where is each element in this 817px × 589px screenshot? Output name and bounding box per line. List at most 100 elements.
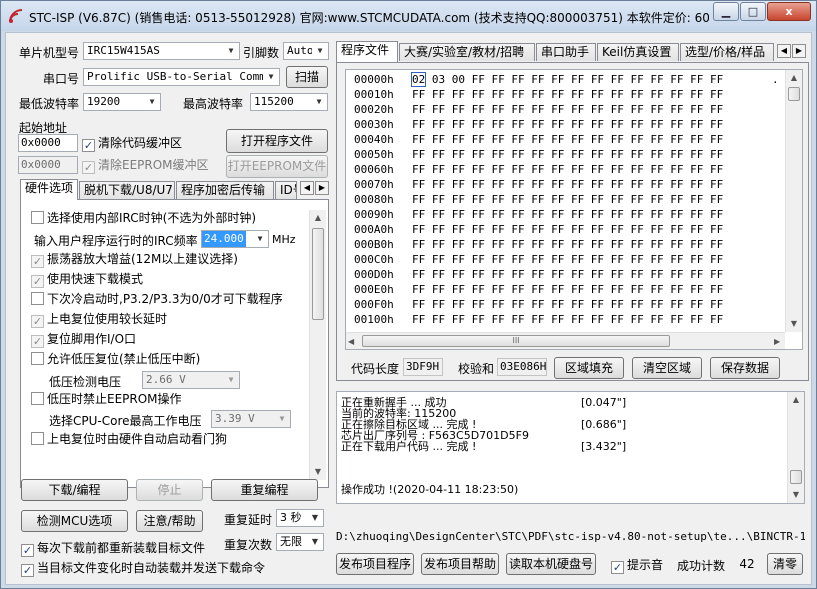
save-data-button[interactable]: 保存数据 (710, 357, 780, 379)
hex-row[interactable]: 00010h FF FF FF FF FF FF FF FF FF FF FF F… (354, 87, 723, 102)
hex-row[interactable]: 00060h FF FF FF FF FF FF FF FF FF FF FF F… (354, 162, 723, 177)
hex-row-bytes[interactable]: FF FF FF FF FF FF FF FF FF FF FF FF FF F… (412, 237, 723, 252)
scan-button[interactable]: 扫描 (286, 66, 328, 88)
tab-hardware-options[interactable]: 硬件选项 (20, 179, 78, 200)
help-button[interactable]: 注意/帮助 (136, 510, 203, 532)
hex-row-bytes[interactable]: FF FF FF FF FF FF FF FF FF FF FF FF FF F… (412, 282, 723, 297)
hex-row-bytes[interactable]: FF FF FF FF FF FF FF FF FF FF FF FF FF F… (412, 177, 723, 192)
serial-port-select[interactable]: Prolific USB-to-Serial Comm Po ▼ (83, 68, 280, 86)
repeat-delay-select[interactable]: 3 秒 ▼ (276, 509, 324, 527)
auto-send-checkbox[interactable]: ✓ 当目标文件变化时自动装载并发送下载命令 (21, 561, 265, 577)
hex-row[interactable]: 000C0h FF FF FF FF FF FF FF FF FF FF FF F… (354, 252, 723, 267)
repeat-count-select[interactable]: 无限 ▼ (276, 533, 324, 551)
log-scrollbar[interactable]: ▲ ▼ (787, 392, 804, 503)
code-address-input[interactable]: 0x0000 (18, 134, 78, 152)
scroll-thumb[interactable] (312, 228, 324, 320)
tab-encrypted-transfer[interactable]: 程序加密后传输 (176, 181, 274, 199)
tab-scroll-right-icon[interactable]: ▶ (315, 181, 329, 195)
hex-row-bytes[interactable]: FF FF FF FF FF FF FF FF FF FF FF FF FF F… (412, 132, 723, 147)
osc-gain-checkbox[interactable]: ✓ 振荡器放大增益(12M以上建议选择) (31, 252, 238, 268)
scroll-left-icon[interactable]: ◀ (348, 333, 354, 350)
watchdog-checkbox[interactable]: 上电复位时由硬件自动启动看门狗 (31, 432, 227, 446)
hex-row-bytes[interactable]: FF FF FF FF FF FF FF FF FF FF FF FF FF F… (412, 222, 723, 237)
irc-frequency-select[interactable]: 24.000 ▼ (201, 230, 269, 248)
scroll-down-icon[interactable]: ▼ (786, 316, 802, 332)
hex-row[interactable]: 000E0h FF FF FF FF FF FF FF FF FF FF FF F… (354, 282, 723, 297)
clear-eeprom-checkbox[interactable]: ✓ 清除EEPROM缓冲区 (82, 158, 209, 174)
hex-row-bytes[interactable]: FF FF FF FF FF FF FF FF FF FF FF FF FF F… (412, 147, 723, 162)
hex-row[interactable]: 000A0h FF FF FF FF FF FF FF FF FF FF FF F… (354, 222, 723, 237)
pin-count-select[interactable]: Auto ▼ (283, 42, 329, 60)
close-button[interactable]: x (767, 2, 811, 21)
long-delay-checkbox[interactable]: ✓ 上电复位使用较长延时 (31, 312, 167, 328)
hex-hscrollbar[interactable]: ◀ III ▶ (346, 332, 785, 349)
minimize-button[interactable]: ▁ (713, 2, 739, 21)
hex-row-bytes[interactable]: FF FF FF FF FF FF FF FF FF FF FF FF FF F… (412, 162, 723, 177)
scroll-up-icon[interactable]: ▲ (786, 70, 802, 86)
publish-help-button[interactable]: 发布项目帮助 (421, 553, 499, 575)
title-bar[interactable]: STC-ISP (V6.87C) (销售电话: 0513-55012928) 官… (1, 1, 816, 31)
read-disk-button[interactable]: 读取本机硬盘号 (506, 553, 596, 575)
tab-competition[interactable]: 大赛/实验室/教材/招聘 (399, 43, 535, 61)
scroll-up-icon[interactable]: ▲ (310, 210, 326, 226)
hex-vscrollbar[interactable]: ▲ ▼ (785, 70, 802, 332)
maximize-button[interactable]: □ (740, 2, 766, 21)
publish-program-button[interactable]: 发布项目程序 (336, 553, 414, 575)
cold-boot-checkbox[interactable]: 下次冷启动时,P3.2/P3.3为0/0才可下载程序 (31, 292, 283, 306)
mcu-type-select[interactable]: IRC15W415AS ▼ (83, 42, 240, 60)
hex-row[interactable]: 00090h FF FF FF FF FF FF FF FF FF FF FF F… (354, 207, 723, 222)
use-irc-checkbox[interactable]: 选择使用内部IRC时钟(不选为外部时钟) (31, 211, 256, 225)
clear-code-checkbox[interactable]: ✓ 清除代码缓冲区 (82, 136, 182, 152)
hex-row[interactable]: 00080h FF FF FF FF FF FF FF FF FF FF FF F… (354, 192, 723, 207)
tab-scroll-left-icon[interactable]: ◀ (777, 44, 791, 58)
tab-scroll-left-icon[interactable]: ◀ (300, 181, 314, 195)
reload-each-checkbox[interactable]: ✓ 每次下载前都重新装载目标文件 (21, 541, 205, 557)
hex-row[interactable]: 000F0h FF FF FF FF FF FF FF FF FF FF FF F… (354, 297, 723, 312)
max-baud-select[interactable]: 115200 ▼ (250, 93, 328, 111)
hex-row[interactable]: 00000h 02 03 00 FF FF FF FF FF FF FF FF F… (354, 72, 779, 87)
open-program-file-button[interactable]: 打开程序文件 (226, 129, 328, 153)
hex-row-bytes[interactable]: FF FF FF FF FF FF FF FF FF FF FF FF FF F… (412, 102, 723, 117)
tab-selection-price[interactable]: 选型/价格/样品 (680, 43, 774, 61)
tab-keil-debug[interactable]: Keil仿真设置 (597, 43, 679, 61)
hex-row[interactable]: 000B0h FF FF FF FF FF FF FF FF FF FF FF F… (354, 237, 723, 252)
tab-serial-assistant[interactable]: 串口助手 (536, 43, 596, 61)
log-output[interactable]: 正在重新握手 ... 成功 [0.047"] 当前的波特率: 115200 正在擦除目… (336, 391, 805, 504)
eeprom-address-input[interactable]: 0x0000 (18, 156, 78, 174)
hex-row[interactable]: 00050h FF FF FF FF FF FF FF FF FF FF FF F… (354, 147, 723, 162)
scroll-down-icon[interactable]: ▼ (310, 464, 326, 480)
selected-byte[interactable]: 02 (410, 72, 427, 87)
hex-editor[interactable]: 00000h 02 03 00 FF FF FF FF FF FF FF FF F… (345, 69, 803, 350)
hex-row[interactable]: 000D0h FF FF FF FF FF FF FF FF FF FF FF F… (354, 267, 723, 282)
hex-row-bytes[interactable]: FF FF FF FF FF FF FF FF FF FF FF FF FF F… (412, 252, 723, 267)
lv-eeprom-checkbox[interactable]: 低压时禁止EEPROM操作 (31, 392, 182, 406)
fill-region-button[interactable]: 区域填充 (554, 357, 624, 379)
fast-download-checkbox[interactable]: ✓ 使用快速下载模式 (31, 272, 143, 288)
hscroll-thumb[interactable]: III (362, 335, 670, 347)
download-program-button[interactable]: 下载/编程 (21, 479, 128, 501)
hex-row[interactable]: 00100h FF FF FF FF FF FF FF FF FF FF FF F… (354, 312, 723, 327)
tab-program-file[interactable]: 程序文件 (336, 41, 398, 62)
repeat-program-button[interactable]: 重复编程 (211, 479, 318, 501)
scroll-down-icon[interactable]: ▼ (788, 487, 804, 503)
tab-scroll-right-icon[interactable]: ▶ (792, 44, 806, 58)
scroll-thumb[interactable] (788, 87, 800, 101)
scroll-up-icon[interactable]: ▲ (788, 392, 804, 408)
hex-row[interactable]: 00070h FF FF FF FF FF FF FF FF FF FF FF F… (354, 177, 723, 192)
stop-button[interactable]: 停止 (136, 479, 203, 501)
hex-row-bytes[interactable]: 02 03 00 FF FF FF FF FF FF FF FF FF FF F… (410, 72, 723, 87)
clear-region-button[interactable]: 清空区域 (632, 357, 702, 379)
clear-count-button[interactable]: 清零 (767, 553, 803, 575)
hex-row-bytes[interactable]: FF FF FF FF FF FF FF FF FF FF FF FF FF F… (412, 207, 723, 222)
open-eeprom-file-button[interactable]: 打开EEPROM文件 (226, 155, 328, 178)
lvr-checkbox[interactable]: 允许低压复位(禁止低压中断) (31, 352, 200, 366)
beep-checkbox[interactable]: ✓ 提示音 (611, 558, 663, 574)
reset-io-checkbox[interactable]: ✓ 复位脚用作I/O口 (31, 332, 136, 348)
tab-offline-download[interactable]: 脱机下载/U8/U7 (79, 181, 175, 199)
hex-row-bytes[interactable]: FF FF FF FF FF FF FF FF FF FF FF FF FF F… (412, 87, 723, 102)
hex-row-bytes[interactable]: FF FF FF FF FF FF FF FF FF FF FF FF FF F… (412, 267, 723, 282)
check-mcu-button[interactable]: 检测MCU选项 (21, 510, 128, 532)
scroll-right-icon[interactable]: ▶ (774, 333, 780, 350)
hex-row-bytes[interactable]: FF FF FF FF FF FF FF FF FF FF FF FF FF F… (412, 297, 723, 312)
tab-id-number[interactable]: ID号 (275, 181, 297, 199)
